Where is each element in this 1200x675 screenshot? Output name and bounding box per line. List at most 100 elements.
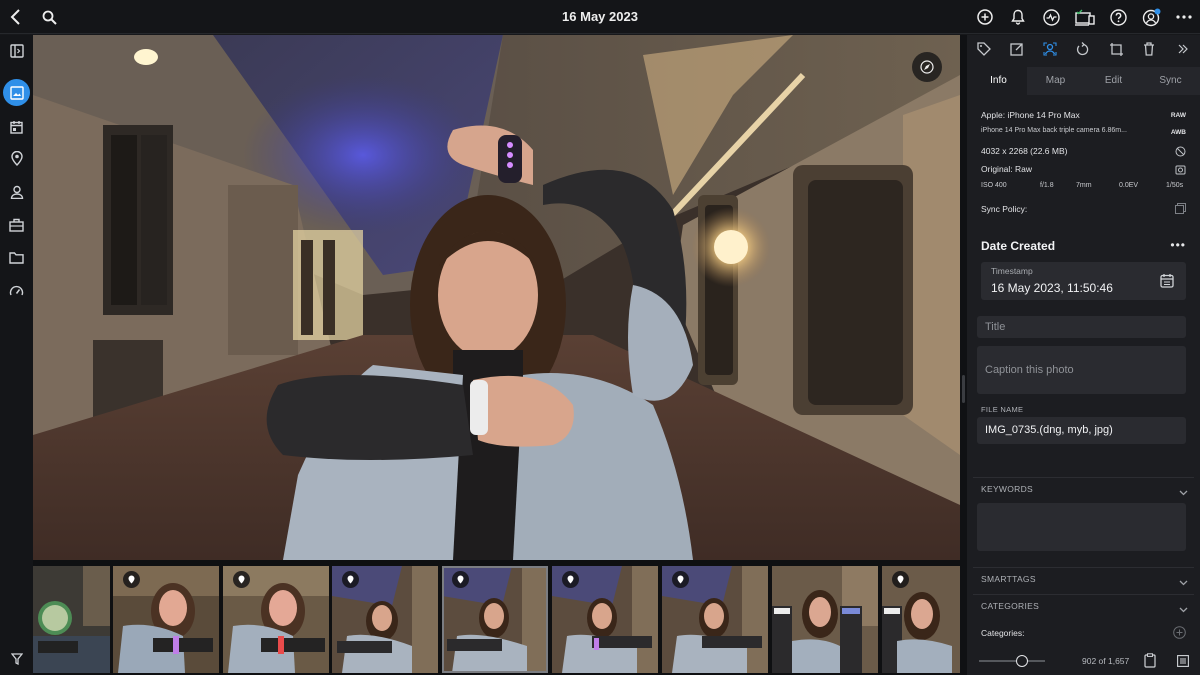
calendar-icon[interactable] (3, 113, 30, 140)
zoom-slider-handle[interactable] (1015, 655, 1028, 667)
sync-policy-icon[interactable] (1174, 202, 1186, 214)
account-icon[interactable] (1139, 5, 1163, 29)
help-icon[interactable] (1106, 5, 1130, 29)
back-icon[interactable] (4, 5, 28, 29)
date-more-button[interactable]: ••• (1170, 238, 1186, 252)
exif-aperture: f/1.8 (1040, 182, 1054, 189)
photo-counter: 902 of 1,657 (1082, 656, 1130, 666)
bell-icon[interactable] (1006, 5, 1030, 29)
categories-label: CATEGORIES (981, 601, 1040, 611)
places-icon[interactable] (3, 145, 30, 172)
thumbnail[interactable] (772, 566, 878, 673)
timestamp-label: Timestamp (991, 266, 1033, 276)
search-icon[interactable] (37, 5, 61, 29)
left-rail (0, 35, 33, 675)
camera-model: Apple: iPhone 14 Pro Max (981, 110, 1080, 120)
add-category-icon[interactable] (1173, 626, 1186, 644)
panel-splitter[interactable] (960, 35, 967, 675)
main-photo (33, 35, 960, 560)
tab-edit[interactable]: Edit (1085, 67, 1142, 95)
exif-iso: ISO 400 (981, 182, 1007, 189)
smarttags-section[interactable]: SMARTTAGS (973, 567, 1194, 589)
camera-mode-icon (1174, 163, 1186, 175)
sync-policy-label: Sync Policy: (981, 204, 1028, 214)
trash-icon[interactable] (1139, 39, 1159, 59)
tab-sync[interactable]: Sync (1142, 67, 1199, 95)
clipboard-icon[interactable] (1144, 653, 1156, 673)
panel-footer: 902 of 1,657 (967, 647, 1200, 675)
list-view-icon[interactable] (1177, 654, 1189, 672)
exif-ev: 0.0EV (1119, 182, 1139, 189)
location-pin-icon (562, 571, 579, 588)
people-tag-icon[interactable] (1040, 39, 1060, 59)
people-icon[interactable] (3, 178, 30, 205)
original-type: Original: Raw (981, 164, 1033, 174)
tab-map[interactable]: Map (1027, 67, 1084, 95)
title-input[interactable]: Title (977, 316, 1186, 338)
timestamp-value: 16 May 2023, 11:50:46 (991, 281, 1113, 295)
folders-icon[interactable] (3, 244, 30, 271)
filter-icon[interactable] (3, 645, 30, 672)
collapse-panel-icon[interactable] (1173, 39, 1193, 59)
raw-badge: RAW (1170, 112, 1186, 119)
thumbnail[interactable] (332, 566, 438, 673)
compass-icon[interactable] (912, 52, 942, 82)
panel-toggle-icon[interactable] (3, 37, 30, 64)
crop-icon[interactable] (1106, 39, 1126, 59)
caption-placeholder: Caption this photo (985, 364, 1074, 376)
top-bar: 16 May 2023 (0, 0, 1200, 34)
zoom-slider-track[interactable] (979, 660, 1045, 662)
thumbnail[interactable] (552, 566, 658, 673)
keywords-section[interactable]: KEYWORDS (973, 477, 1194, 499)
location-pin-icon (672, 571, 689, 588)
location-pin-icon (342, 571, 359, 588)
page-title: 16 May 2023 (562, 9, 638, 24)
exif-shutter: 1/50s (1166, 182, 1184, 189)
file-name-label: FILE NAME (981, 405, 1024, 414)
more-icon[interactable] (1172, 5, 1196, 29)
thumbnail[interactable] (113, 566, 219, 673)
dimensions: 4032 x 2268 (22.6 MB) (981, 146, 1068, 156)
title-placeholder: Title (985, 321, 1006, 333)
thumbnail[interactable] (882, 566, 960, 673)
filmstrip (33, 560, 960, 675)
location-pin-icon (123, 571, 140, 588)
edit-icon[interactable] (1007, 39, 1027, 59)
file-name-field[interactable]: IMG_0735.(dng, myb, jpg) (977, 417, 1186, 444)
chevron-down-icon (1179, 600, 1188, 618)
calendar-picker-icon[interactable] (1160, 273, 1174, 293)
photo-viewer[interactable] (33, 35, 960, 560)
keywords-label: KEYWORDS (981, 484, 1033, 494)
photos-icon[interactable] (3, 79, 30, 106)
rotate-icon[interactable] (1073, 39, 1093, 59)
awb-badge: AWB (1170, 129, 1186, 136)
chevron-down-icon (1179, 483, 1188, 501)
lens-info: iPhone 14 Pro Max back triple camera 6.8… (981, 127, 1127, 134)
caption-input[interactable]: Caption this photo (977, 346, 1186, 394)
location-pin-icon (452, 571, 469, 588)
thumbnail[interactable] (223, 566, 329, 673)
thumbnail[interactable] (662, 566, 768, 673)
no-flash-icon (1174, 145, 1186, 157)
timestamp-field[interactable]: Timestamp 16 May 2023, 11:50:46 (981, 262, 1186, 300)
keywords-input[interactable] (977, 503, 1186, 551)
smarttags-label: SMARTTAGS (981, 574, 1036, 584)
location-pin-icon (892, 571, 909, 588)
tag-icon[interactable] (974, 39, 994, 59)
location-pin-icon (233, 571, 250, 588)
albums-icon[interactable] (3, 211, 30, 238)
info-panel: Info Map Edit Sync Apple: iPhone 14 Pro … (967, 35, 1200, 675)
splitter-grip[interactable] (962, 375, 965, 403)
thumbnail[interactable] (33, 566, 110, 673)
date-created-heading: Date Created (981, 239, 1056, 253)
panel-toolbar (967, 35, 1200, 63)
thumbnail-selected[interactable] (442, 566, 548, 673)
activity-icon[interactable] (1039, 5, 1063, 29)
tab-info[interactable]: Info (970, 67, 1027, 95)
categories-section[interactable]: CATEGORIES (973, 594, 1194, 616)
panel-tabs: Info Map Edit Sync (970, 67, 1200, 95)
exif-focal: 7mm (1076, 182, 1092, 189)
devices-icon[interactable] (1072, 5, 1098, 29)
add-icon[interactable] (973, 5, 997, 29)
dashboard-icon[interactable] (3, 277, 30, 304)
